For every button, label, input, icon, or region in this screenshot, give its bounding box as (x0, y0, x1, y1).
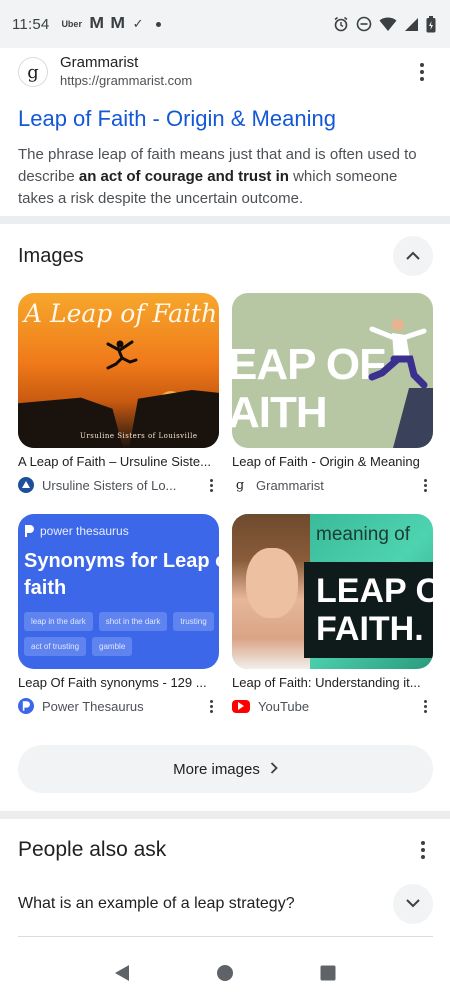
chevron-right-icon (270, 761, 278, 778)
back-triangle-icon (114, 965, 129, 981)
synonym-chip: gamble (92, 637, 133, 656)
thumbnail-heading-line: Synonyms for Leap o (24, 550, 219, 572)
more-images-label: More images (173, 760, 260, 778)
grammarist-favicon-icon: g (18, 57, 48, 87)
image-source-row: Power Thesaurus (18, 697, 219, 715)
thumbnail-heading: LEAP O FAITH. (316, 572, 433, 648)
more-options-icon[interactable] (424, 478, 427, 492)
battery-icon (426, 15, 436, 33)
synonym-chip: act of trusting (24, 637, 87, 656)
expand-question-button[interactable] (393, 884, 433, 924)
status-time: 11:54 (12, 15, 50, 33)
section-divider (0, 216, 450, 224)
people-also-ask-header: People also ask (18, 834, 433, 866)
more-options-icon[interactable] (413, 841, 433, 859)
snippet-bold-text: an act of courage and trust in (78, 168, 289, 185)
dnd-icon (356, 16, 372, 32)
wifi-icon (379, 16, 397, 32)
recents-square-icon (320, 965, 336, 981)
dot-icon (155, 21, 161, 27)
system-icons (333, 15, 436, 33)
thumbnail-heading-line: faith (24, 577, 67, 599)
site-info: Grammarist https://grammarist.com (60, 54, 192, 90)
check-icon: ✓ (132, 16, 144, 31)
person-photo (232, 514, 310, 669)
people-also-ask-question[interactable]: What is an example of a leap strategy? (18, 882, 433, 926)
thumbnail-heading-line: FAITH. (316, 610, 424, 648)
home-circle-icon (216, 965, 233, 981)
image-result-card[interactable]: power thesaurus Synonyms for Leap o fait… (18, 514, 219, 715)
image-title[interactable]: Leap of Faith - Origin & Meaning (232, 454, 432, 470)
image-thumbnail[interactable]: power thesaurus Synonyms for Leap o fait… (18, 514, 219, 669)
image-title[interactable]: Leap of Faith: Understanding it... (232, 675, 432, 691)
image-title[interactable]: A Leap of Faith – Ursuline Siste... (18, 454, 218, 470)
notification-icons: Uber M M ✓ (61, 15, 161, 33)
more-options-icon[interactable] (412, 63, 432, 81)
thumbnail-heading-line: LEAP O (316, 572, 433, 610)
result-snippet: The phrase leap of faith means just that… (18, 144, 432, 210)
image-thumbnail[interactable]: EAP OF AITH (232, 293, 433, 448)
images-section-title: Images (18, 244, 84, 267)
image-thumbnail[interactable]: meaning of LEAP O FAITH. (232, 514, 433, 669)
power-thesaurus-logo-icon (25, 525, 34, 537)
more-images-button[interactable]: More images (18, 745, 433, 793)
thumbnail-heading: Synonyms for Leap o faith (24, 548, 219, 602)
synonym-chip: leap in the dark (24, 612, 93, 631)
section-divider (0, 811, 450, 819)
ursuline-logo-icon (18, 477, 34, 493)
image-source-row: g Grammarist (232, 476, 433, 494)
back-button[interactable] (102, 953, 142, 993)
result-site-row[interactable]: g Grammarist https://grammarist.com (18, 52, 432, 92)
more-options-icon[interactable] (210, 478, 213, 492)
chevron-up-icon (406, 247, 420, 265)
thumbnail-brand: power thesaurus (24, 524, 213, 538)
rock-graphic (393, 388, 433, 448)
image-result-card[interactable]: meaning of LEAP O FAITH. Leap of Faith: … (232, 514, 433, 715)
collapse-images-button[interactable] (393, 236, 433, 276)
recents-button[interactable] (308, 953, 348, 993)
image-result-card[interactable]: EAP OF AITH Leap of Faith - Origin & Mea… (232, 293, 433, 494)
image-title[interactable]: Leap Of Faith synonyms - 129 ... (18, 675, 218, 691)
chevron-down-icon (406, 895, 420, 913)
jumper-silhouette (106, 340, 138, 370)
question-divider (18, 936, 433, 937)
grammarist-favicon-icon: g (235, 477, 245, 493)
image-thumbnail[interactable]: A Leap of Faith Ursuline Sisters of Loui… (18, 293, 219, 448)
thumbnail-caption: A Leap of Faith (24, 299, 218, 328)
image-result-card[interactable]: A Leap of Faith Ursuline Sisters of Loui… (18, 293, 219, 494)
power-thesaurus-logo-icon (18, 698, 34, 714)
signal-icon (404, 17, 419, 32)
jumping-man-illustration (368, 319, 428, 389)
thumbnail-caption-line: AITH (232, 388, 328, 437)
thumbnail-chips: leap in the dark shot in the dark trusti… (24, 612, 219, 656)
thumbnail-brand-name: power thesaurus (40, 524, 129, 538)
thumbnail-caption: meaning of (316, 524, 411, 545)
uber-icon: Uber (61, 19, 82, 29)
gmail-icon: M (110, 15, 126, 32)
thumbnail-logo-text: Ursuline Sisters of Louisville (80, 432, 198, 440)
image-source-name: Ursuline Sisters of Lo... (42, 477, 177, 493)
system-navigation-bar (0, 946, 450, 1000)
youtube-icon (232, 699, 250, 713)
image-source-row: Ursuline Sisters of Lo... (18, 476, 219, 494)
gmail-icon: M (89, 15, 104, 32)
image-source-name: Power Thesaurus (42, 698, 144, 714)
question-text: What is an example of a leap strategy? (18, 895, 295, 912)
image-source-name: Grammarist (256, 477, 324, 493)
home-button[interactable] (205, 953, 245, 993)
image-source-name: YouTube (258, 698, 310, 714)
more-options-icon[interactable] (424, 699, 427, 713)
alarm-icon (333, 16, 349, 32)
result-title-link[interactable]: Leap of Faith - Origin & Meaning (18, 104, 432, 134)
site-url: https://grammarist.com (60, 73, 193, 88)
more-options-icon[interactable] (210, 699, 213, 713)
synonym-chip: trusting (173, 612, 214, 631)
images-section-header: Images (18, 236, 433, 276)
site-name: Grammarist (60, 54, 139, 71)
status-bar: 11:54 Uber M M ✓ (0, 0, 450, 48)
people-also-ask-title: People also ask (18, 838, 167, 861)
search-result-card: g Grammarist https://grammarist.com Leap… (0, 48, 450, 216)
synonym-chip: shot in the dark (98, 612, 168, 631)
image-source-row: YouTube (232, 697, 433, 715)
